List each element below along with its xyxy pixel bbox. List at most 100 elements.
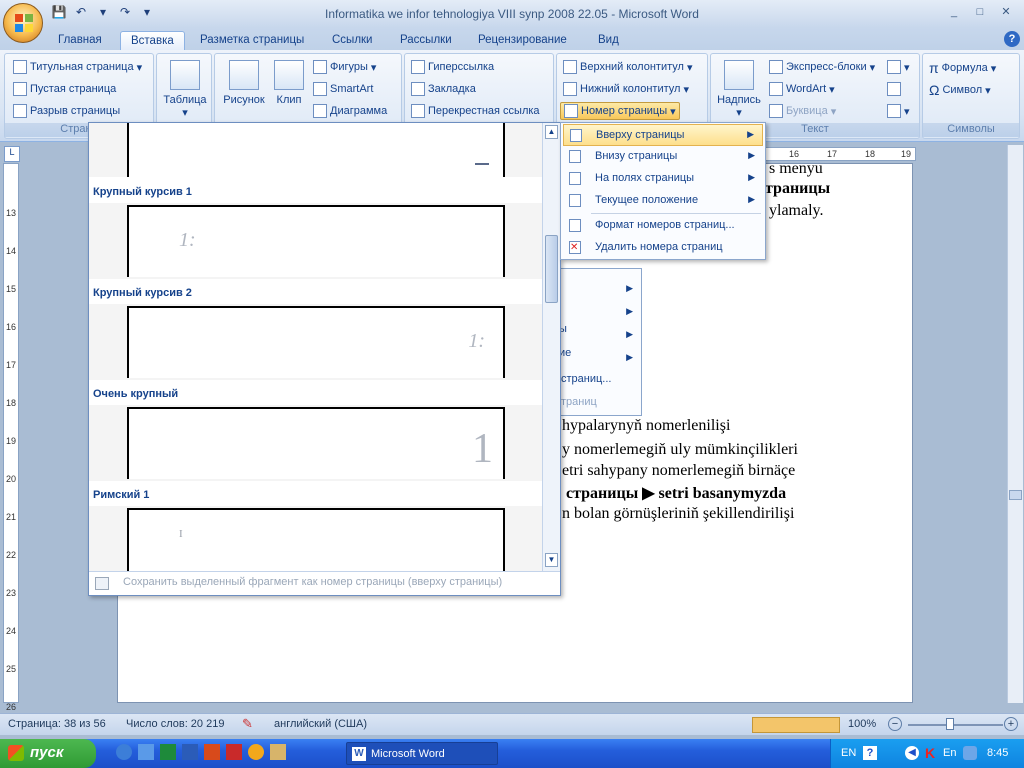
gallery-item-large-italic-1[interactable]: 1: (127, 205, 505, 277)
dropcap-button[interactable]: Буквица ▾ (769, 104, 836, 118)
restore-button[interactable]: □ (968, 4, 992, 22)
bookmark-button[interactable]: Закладка (411, 82, 476, 96)
page-number-gallery: Крупный курсив 1 1: Крупный курсив 2 1: … (88, 122, 561, 596)
view-buttons[interactable] (752, 717, 840, 733)
tab-selector[interactable]: L (4, 146, 20, 162)
pi-icon: π (929, 60, 939, 76)
help-icon[interactable]: ? (1004, 31, 1020, 47)
wordart-button[interactable]: WordArt ▾ (769, 82, 835, 96)
header-button[interactable]: Верхний колонтитул ▾ (563, 60, 692, 74)
tray-arrow-icon[interactable]: ◀ (905, 746, 919, 760)
gallery-preview-top[interactable] (127, 123, 505, 177)
menu-item-remove-page-numbers[interactable]: ✕ Удалить номера страниц (563, 237, 763, 259)
gallery-item-title: Крупный курсив 1 (93, 186, 192, 198)
page-count[interactable]: Страница: 38 из 56 (8, 718, 106, 730)
menu-item-bottom-of-page[interactable]: Внизу страницы ▶ (563, 146, 763, 168)
gallery-item-very-large[interactable]: 1 (127, 407, 505, 479)
bookmark-icon (411, 82, 425, 96)
scroll-down-icon[interactable]: ▼ (545, 553, 558, 567)
zoom-slider-handle[interactable] (946, 718, 954, 730)
proofing-icon[interactable]: ✎ (242, 716, 253, 732)
zoom-slider[interactable] (908, 724, 1003, 726)
acrobat-icon[interactable] (226, 744, 242, 760)
format-page-numbers-icon (569, 219, 581, 232)
tool-icon[interactable] (270, 744, 286, 760)
hyperlink-button[interactable]: Гиперссылка (411, 60, 494, 74)
zoom-level[interactable]: 100% (848, 718, 876, 730)
language[interactable]: английский (США) (274, 718, 367, 730)
textbox-button[interactable]: Надпись ▾ (713, 60, 765, 119)
excel-icon[interactable] (160, 744, 176, 760)
menu-item-top-of-page[interactable]: Вверху страницы ▶ (563, 124, 763, 146)
taskbar-word-button[interactable]: W Microsoft Word (346, 742, 498, 765)
gallery-item-large-italic-2[interactable]: 1: (127, 306, 505, 378)
chart-button[interactable]: Диаграмма (313, 104, 387, 118)
footer-button[interactable]: Нижний колонтитул ▾ (563, 82, 689, 96)
minimize-button[interactable]: _ (942, 4, 966, 22)
smartart-button[interactable]: SmartArt (313, 82, 373, 96)
scroll-up-icon[interactable]: ▲ (545, 125, 558, 139)
signature-button[interactable]: ▾ (887, 60, 910, 74)
keyboard-icon[interactable]: K (925, 745, 935, 761)
tab-view[interactable]: Вид (588, 31, 629, 50)
help-tray-icon[interactable]: ? (863, 746, 877, 760)
quick-parts-icon (769, 60, 783, 74)
symbols-group-label: Символы (923, 123, 1019, 137)
ie-icon[interactable] (116, 744, 132, 760)
submenu-behind: ▶ ▶ ▶ ▶ ы ие страниц... траниц (558, 268, 642, 416)
page-break-button[interactable]: Разрыв страницы (13, 104, 120, 118)
menu-item-current-position[interactable]: Текущее положение ▶ (563, 190, 763, 212)
gallery-scrollbar[interactable]: ▲ ▼ (542, 123, 560, 571)
submenu-arrow-icon: ▶ (748, 172, 755, 182)
table-button[interactable]: Таблица ▾ (161, 60, 209, 119)
network-icon[interactable] (963, 746, 977, 760)
tab-mailings[interactable]: Рассылки (390, 31, 462, 50)
start-button[interactable]: пуск (0, 739, 96, 768)
symbol-button[interactable]: Ω Символ ▾ (929, 82, 991, 98)
equation-button[interactable]: π Формула ▾ (929, 60, 996, 76)
media-icon[interactable] (248, 744, 264, 760)
zoom-out-icon[interactable]: − (888, 717, 902, 731)
explorer-icon[interactable] (138, 744, 154, 760)
document-scrollbar[interactable] (1007, 145, 1023, 703)
language-indicator[interactable]: EN (841, 747, 856, 759)
smartart-icon (313, 82, 327, 96)
tab-references[interactable]: Ссылки (322, 31, 383, 50)
clock[interactable]: 8:45 (987, 747, 1008, 759)
tab-review[interactable]: Рецензирование (468, 31, 577, 50)
object-button[interactable]: ▾ (887, 104, 910, 118)
scroll-thumb[interactable] (1009, 490, 1022, 500)
textbox-icon (724, 60, 754, 90)
system-tray: EN ? ◀ K En 8:45 (830, 739, 1024, 768)
save-selection-as-page-number[interactable]: Сохранить выделенный фрагмент как номер … (89, 571, 560, 595)
gallery-scroll-thumb[interactable] (545, 235, 558, 303)
page-break-icon (13, 104, 27, 118)
office-logo-icon (15, 14, 33, 32)
page-number-button[interactable]: Номер страницы ▾ (560, 102, 680, 120)
tray-language[interactable]: En (943, 747, 956, 759)
tab-home[interactable]: Главная (48, 31, 112, 50)
picture-button[interactable]: Рисунок (219, 60, 269, 106)
cover-page-button[interactable]: Титульная страница ▾ (13, 60, 142, 74)
datetime-button[interactable] (887, 82, 901, 96)
word-count[interactable]: Число слов: 20 219 (126, 718, 224, 730)
vertical-ruler[interactable]: 13 14 15 16 17 18 19 20 21 22 23 24 25 26 (3, 163, 19, 712)
doc-line: страницы ▶ setri basanymyzda (566, 485, 787, 502)
shapes-button[interactable]: Фигуры ▾ (313, 60, 376, 74)
tab-page-layout[interactable]: Разметка страницы (190, 31, 314, 50)
powerpoint-icon[interactable] (204, 744, 220, 760)
table-icon (170, 60, 200, 90)
menu-item-page-margins[interactable]: На полях страницы ▶ (563, 168, 763, 190)
doc-line: hypalarynyň nomerlenilişi (562, 417, 731, 434)
zoom-in-icon[interactable]: + (1004, 717, 1018, 731)
menu-item-format-page-numbers[interactable]: Формат номеров страниц... (563, 215, 763, 237)
office-button[interactable] (3, 3, 43, 43)
tab-insert[interactable]: Вставка (120, 31, 185, 50)
close-button[interactable]: ✕ (994, 4, 1018, 22)
gallery-item-roman-1[interactable]: I (127, 508, 505, 571)
cross-reference-button[interactable]: Перекрестная ссылка (411, 104, 540, 118)
quick-parts-button[interactable]: Экспресс-блоки ▾ (769, 60, 875, 74)
word-icon[interactable] (182, 744, 198, 760)
blank-page-button[interactable]: Пустая страница (13, 82, 116, 96)
clip-button[interactable]: Клип (271, 60, 307, 106)
